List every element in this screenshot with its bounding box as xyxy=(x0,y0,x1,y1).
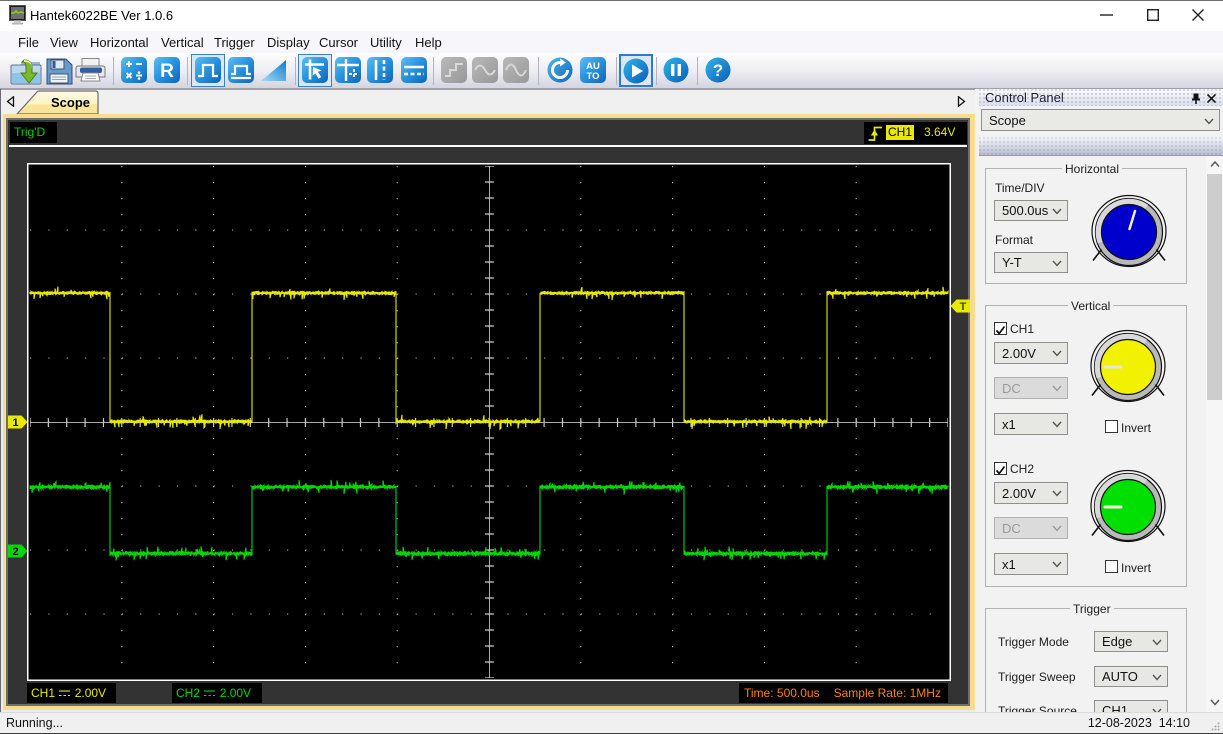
svg-text:1: 1 xyxy=(12,417,18,429)
svg-text:T: T xyxy=(960,301,967,313)
svg-text:?: ? xyxy=(713,61,723,80)
svg-text:R: R xyxy=(160,61,174,82)
svg-text:2: 2 xyxy=(12,546,18,558)
svg-text:TO: TO xyxy=(586,71,599,82)
